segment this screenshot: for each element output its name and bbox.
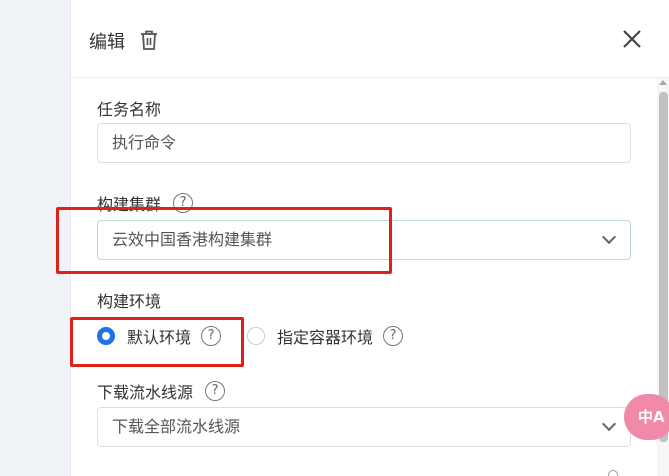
cluster-select-value: 云效中国香港构建集群 xyxy=(112,230,273,249)
radio-container-env-label[interactable]: 指定容器环境 xyxy=(277,324,373,348)
radio-container-env-option: 指定容器环境 ? xyxy=(247,324,404,348)
cluster-label-row: 构建集群 ? xyxy=(97,191,194,215)
edit-drawer: 编辑 任务名称 执行命令 构建集群 ? 云效中国香港构建集群 构建环境 默认环境… xyxy=(70,0,669,476)
radio-default-env[interactable] xyxy=(97,327,115,345)
translate-button[interactable]: 中A xyxy=(624,394,669,440)
help-icon[interactable]: ? xyxy=(201,326,222,346)
help-icon[interactable]: ? xyxy=(383,326,404,346)
env-radio-group: 默认环境 ? 指定容器环境 ? xyxy=(97,320,404,352)
radio-container-env[interactable] xyxy=(247,327,266,345)
radio-default-env-label[interactable]: 默认环境 xyxy=(127,324,191,348)
page-backdrop xyxy=(0,0,70,476)
source-select[interactable]: 下载全部流水线源 xyxy=(97,407,631,447)
source-label: 下载流水线源 xyxy=(97,383,194,402)
trash-icon[interactable] xyxy=(139,29,159,51)
scroll-up-arrow[interactable] xyxy=(659,80,667,85)
drawer-title: 编辑 xyxy=(89,32,125,53)
drawer-header: 编辑 xyxy=(71,0,669,78)
help-icon[interactable]: ? xyxy=(173,193,194,213)
chevron-down-icon xyxy=(601,416,617,432)
status-dot xyxy=(608,470,618,476)
close-icon[interactable] xyxy=(621,28,643,50)
task-name-label: 任务名称 xyxy=(97,100,162,119)
task-name-input[interactable]: 执行命令 xyxy=(97,123,631,163)
scroll-thumb[interactable] xyxy=(659,92,668,442)
cluster-select[interactable]: 云效中国香港构建集群 xyxy=(97,220,631,260)
env-label: 构建环境 xyxy=(97,292,162,311)
chevron-down-icon xyxy=(601,229,617,245)
source-select-value: 下载全部流水线源 xyxy=(112,417,241,436)
cluster-label: 构建集群 xyxy=(97,195,162,214)
source-label-row: 下载流水线源 ? xyxy=(97,379,226,403)
help-icon[interactable]: ? xyxy=(205,381,226,401)
